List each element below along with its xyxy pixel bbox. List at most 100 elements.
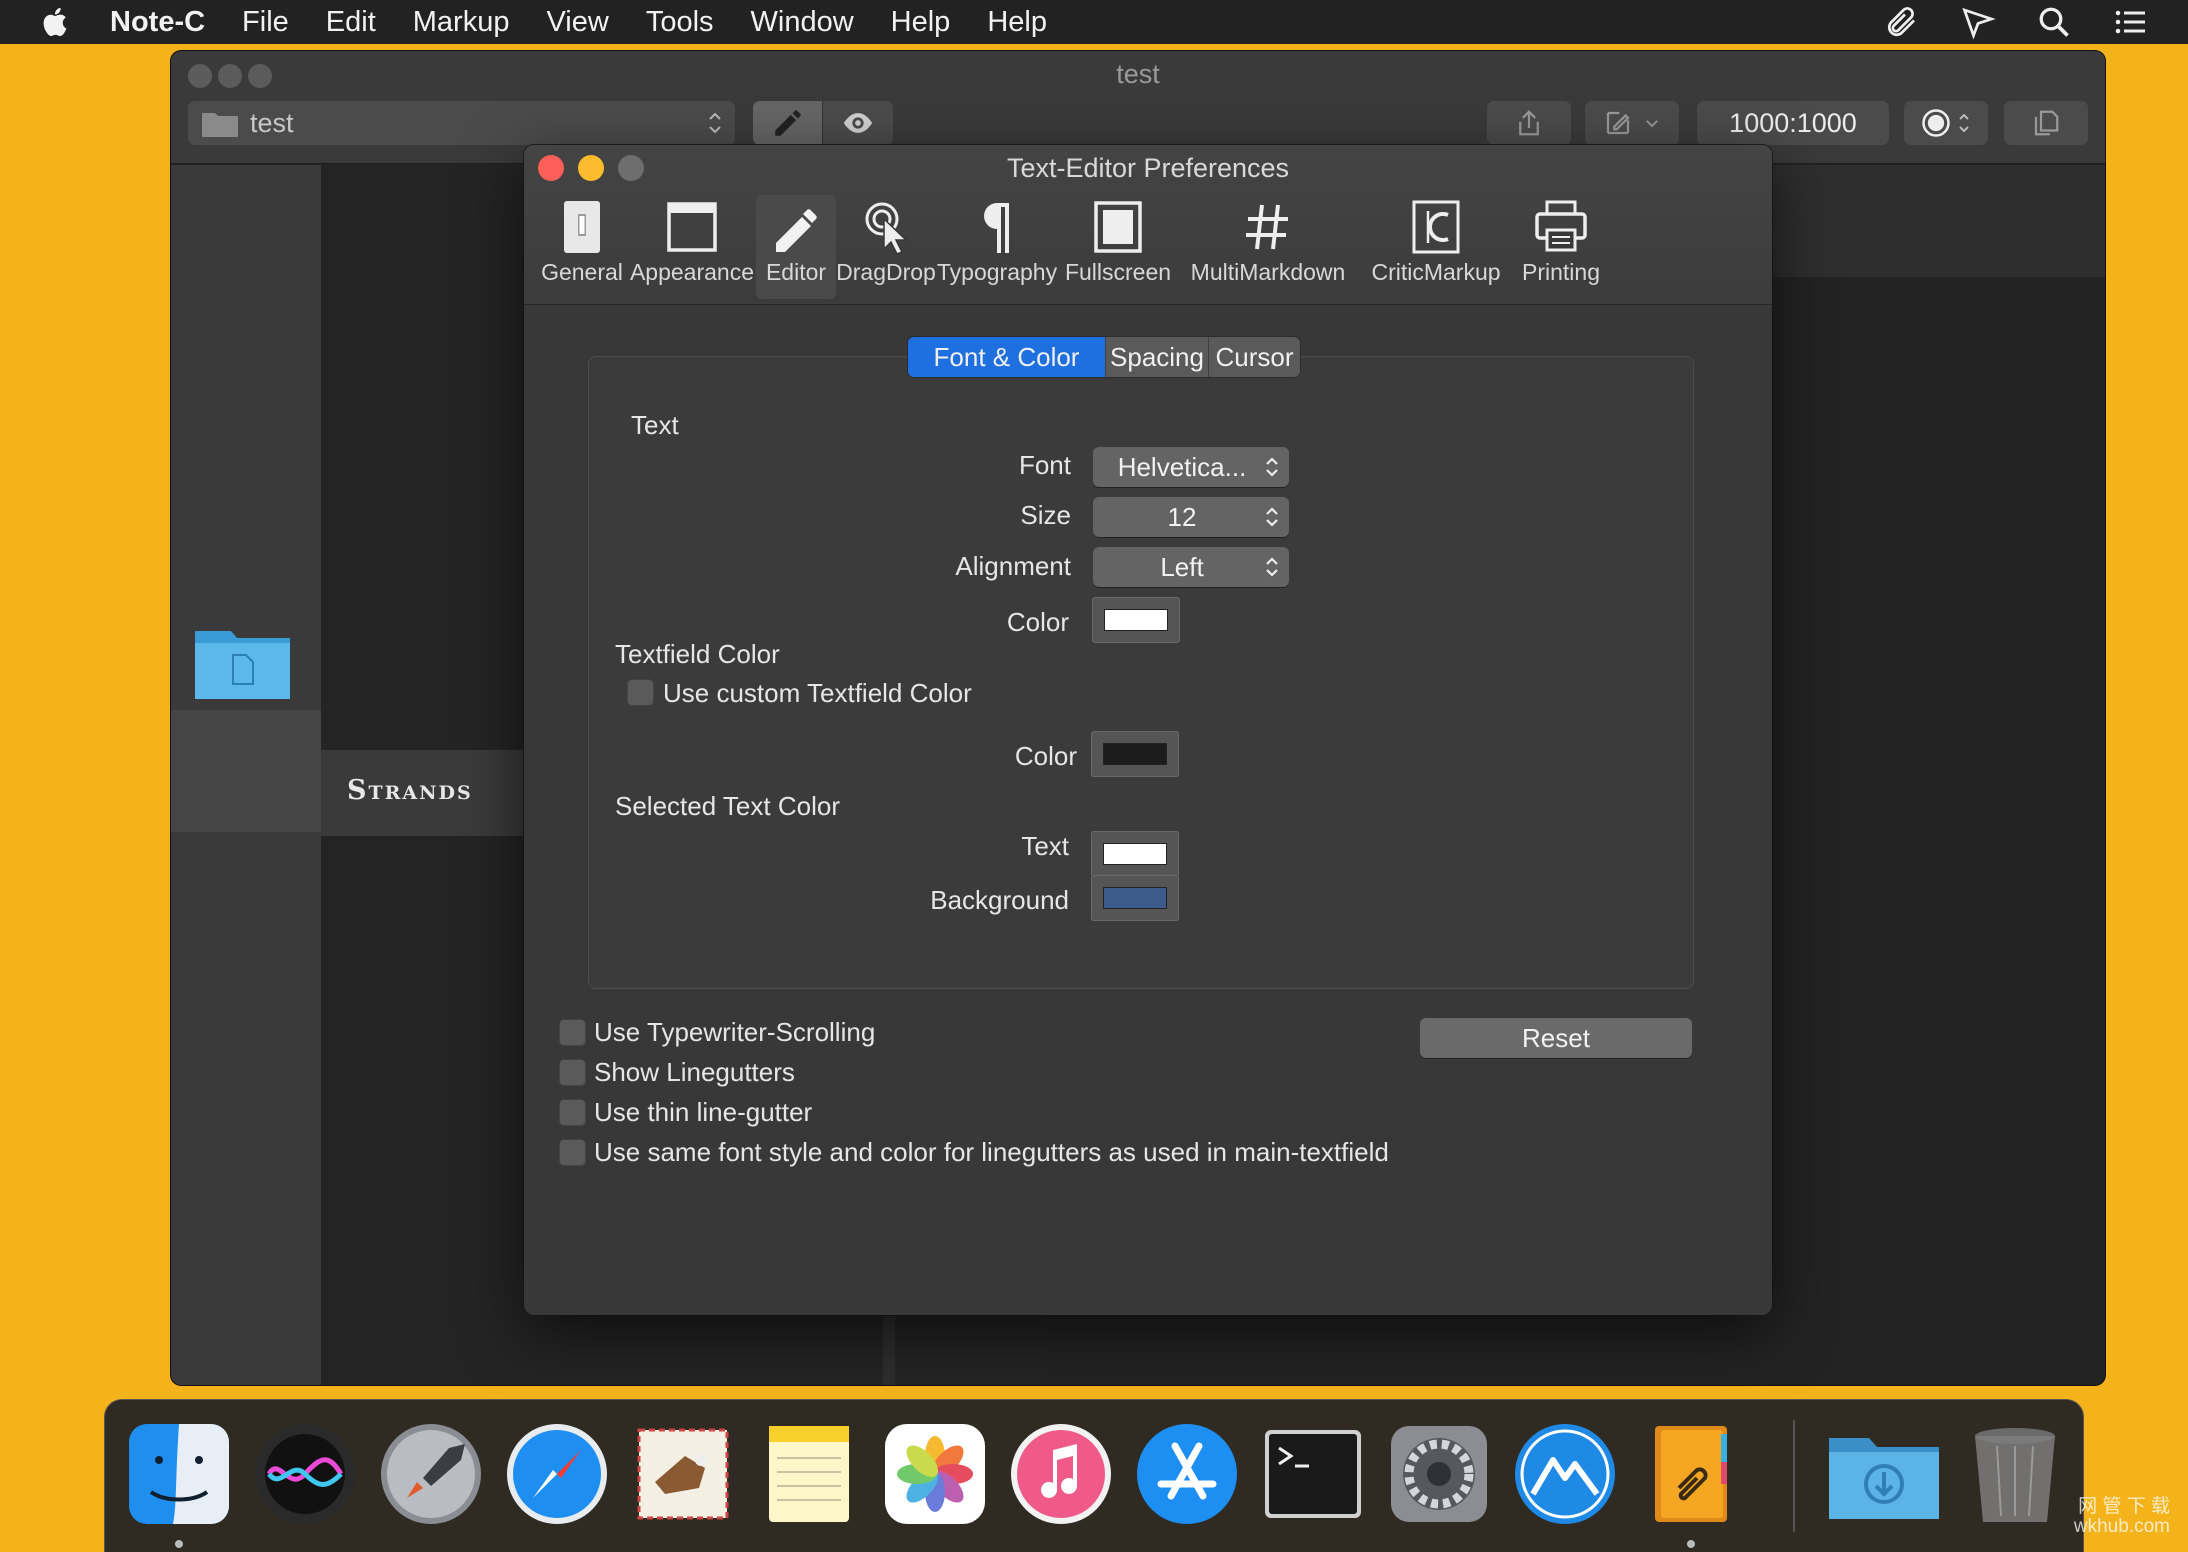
appearance-icon	[667, 202, 717, 252]
zoom-ratio-field[interactable]: 1000:1000	[1697, 101, 1889, 145]
toolbar-dragdrop[interactable]: DragDrop	[836, 195, 936, 299]
menu-tools[interactable]: Tools	[646, 6, 714, 39]
downloads-folder-icon[interactable]	[1827, 1422, 1941, 1526]
tab-cursor[interactable]: Cursor	[1209, 337, 1300, 377]
safari-icon[interactable]	[505, 1422, 609, 1526]
strands-label: Strands	[347, 775, 473, 806]
watermark-line-1: 网 管 下 载	[2078, 1496, 2170, 1517]
preview-mode-button[interactable]	[823, 101, 893, 145]
menu-app-name[interactable]: Note-C	[110, 6, 205, 39]
same-font-linegutters-label: Use same font style and color for linegu…	[594, 1137, 1389, 1167]
pencil-icon	[774, 110, 801, 136]
app-store-icon[interactable]	[1135, 1422, 1239, 1526]
selected-background-color-swatch	[1103, 887, 1167, 909]
paperclip-icon[interactable]	[1884, 4, 1920, 40]
menu-view[interactable]: View	[546, 6, 608, 39]
tab-font-color[interactable]: Font & Color	[908, 337, 1106, 377]
font-popup[interactable]: Helvetica...	[1093, 447, 1289, 487]
menu-file[interactable]: File	[242, 6, 289, 39]
selected-text-color-well[interactable]	[1091, 831, 1179, 877]
toolbar-editor[interactable]: Editor	[756, 195, 836, 299]
launchpad-icon[interactable]	[379, 1422, 483, 1526]
markup-menu-button[interactable]	[1585, 101, 1679, 145]
typewriter-scrolling-checkbox[interactable]	[559, 1019, 586, 1046]
chevron-updown-icon	[1266, 557, 1278, 577]
notes-icon[interactable]	[757, 1422, 861, 1526]
copy-icon	[2034, 110, 2059, 136]
toolbar-typography[interactable]: Typography	[936, 195, 1058, 299]
reset-button[interactable]: Reset	[1420, 1018, 1692, 1058]
path-selector[interactable]: test	[188, 101, 735, 145]
menu-help[interactable]: Help	[891, 6, 951, 39]
watermark: 网 管 下 载 wkhub.com	[2074, 1497, 2170, 1537]
menu-help-2[interactable]: Help	[987, 6, 1047, 39]
text-color-well[interactable]	[1092, 597, 1180, 643]
font-label: Font	[1018, 450, 1071, 480]
tab-spacing[interactable]: Spacing	[1106, 337, 1209, 377]
toolbar-multimarkdown[interactable]: MultiMarkdown	[1178, 195, 1358, 299]
note-c-app-icon[interactable]	[1639, 1422, 1743, 1526]
toolbar-appearance[interactable]: Appearance	[628, 195, 756, 299]
system-preferences-icon[interactable]	[1387, 1422, 1491, 1526]
pencil-icon	[776, 209, 817, 252]
siri-icon[interactable]	[253, 1422, 357, 1526]
note-c-running-indicator	[1687, 1540, 1695, 1548]
mail-icon[interactable]	[631, 1422, 735, 1526]
folder-document-icon[interactable]	[195, 623, 290, 699]
alignment-label: Alignment	[955, 551, 1071, 581]
toolbar-multimarkdown-label: MultiMarkdown	[1190, 259, 1346, 285]
apple-menu-icon[interactable]	[40, 4, 74, 40]
photos-icon[interactable]	[883, 1422, 987, 1526]
pilcrow-icon	[984, 203, 1009, 253]
alignment-popup[interactable]: Left	[1093, 547, 1289, 587]
size-popup-value: 12	[1167, 501, 1197, 532]
font-popup-value: Helvetica...	[1117, 451, 1247, 482]
fullscreen-icon	[1094, 201, 1142, 253]
textfield-color-heading: Textfield Color	[615, 639, 780, 669]
menu-edit[interactable]: Edit	[326, 6, 376, 39]
same-font-linegutters-checkbox[interactable]	[559, 1139, 586, 1166]
send-icon[interactable]	[1960, 4, 1996, 40]
textfield-color-label: Color	[1014, 741, 1077, 771]
terminal-icon[interactable]	[1261, 1422, 1365, 1526]
record-toggle[interactable]	[1904, 101, 1988, 145]
watermark-line-2: wkhub.com	[2073, 1516, 2170, 1537]
dragdrop-icon	[865, 202, 908, 255]
selected-text-color-swatch	[1103, 843, 1167, 865]
thin-line-gutter-checkbox[interactable]	[559, 1099, 586, 1126]
menu-window[interactable]: Window	[751, 6, 854, 39]
general-icon	[564, 201, 600, 253]
size-popup[interactable]: 12	[1093, 497, 1289, 537]
share-button[interactable]	[1487, 101, 1571, 145]
share-icon	[1519, 110, 1539, 136]
finder-icon[interactable]	[127, 1422, 231, 1526]
custom-textfield-color-checkbox[interactable]	[627, 679, 654, 706]
selected-text-label: Text	[1021, 831, 1069, 861]
pane-divider[interactable]	[883, 1311, 895, 1385]
toolbar-fullscreen-label: Fullscreen	[1064, 259, 1172, 285]
show-linegutters-checkbox[interactable]	[559, 1059, 586, 1086]
toolbar-general[interactable]: General	[536, 195, 628, 299]
toolbar-printing[interactable]: Printing	[1514, 195, 1608, 299]
textfield-color-swatch	[1103, 743, 1167, 765]
edit-mode-button[interactable]	[753, 101, 823, 145]
mountain-app-icon[interactable]	[1513, 1422, 1617, 1526]
editor-tab-control: Font & Color Spacing Cursor	[908, 337, 1300, 377]
finder-running-indicator	[175, 1540, 183, 1548]
toolbar-criticmarkup[interactable]: CriticMarkup	[1358, 195, 1514, 299]
list-icon[interactable]	[2112, 4, 2148, 40]
sidebar-selected-row[interactable]	[171, 710, 321, 832]
alignment-popup-value: Left	[1160, 551, 1204, 582]
textfield-color-well[interactable]	[1091, 731, 1179, 777]
selected-background-color-well[interactable]	[1091, 875, 1179, 921]
trash-icon[interactable]	[1963, 1422, 2067, 1526]
toolbar-criticmarkup-label: CriticMarkup	[1371, 259, 1501, 285]
toolbar-fullscreen[interactable]: Fullscreen	[1058, 195, 1178, 299]
edit-note-icon	[1606, 111, 1630, 135]
text-color-swatch	[1104, 609, 1168, 631]
dock-separator	[1793, 1420, 1795, 1532]
search-icon[interactable]	[2036, 4, 2072, 40]
itunes-icon[interactable]	[1009, 1422, 1113, 1526]
menu-markup[interactable]: Markup	[413, 6, 510, 39]
copy-button[interactable]	[2004, 101, 2088, 145]
